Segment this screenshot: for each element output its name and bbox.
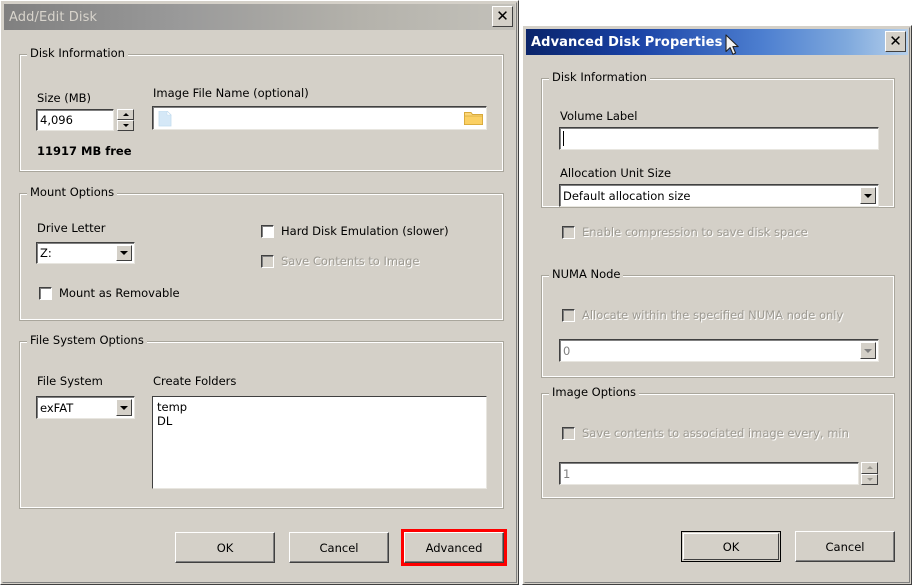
save-interval-input: 1 <box>559 462 859 485</box>
save-contents-to-image-label: Save Contents to Image <box>281 254 420 268</box>
checkbox-box <box>562 426 575 440</box>
size-mb-stepper-down[interactable] <box>117 120 134 131</box>
left-ok-button[interactable]: OK <box>175 532 275 563</box>
checkbox-box <box>562 225 575 239</box>
save-interval-stepper-up <box>861 462 878 474</box>
right-cancel-button[interactable]: Cancel <box>795 531 895 562</box>
left-cancel-label: Cancel <box>319 540 359 555</box>
allocation-unit-dropdown-button[interactable] <box>860 187 876 204</box>
allocate-numa-node-label: Allocate within the specified NUMA node … <box>582 308 844 322</box>
right-dialog-close-button[interactable]: ✕ <box>885 31 906 52</box>
hard-disk-emulation-label: Hard Disk Emulation (slower) <box>281 224 449 238</box>
image-file-name-label: Image File Name (optional) <box>153 86 309 100</box>
save-contents-to-image-checkbox: Save Contents to Image <box>261 254 419 268</box>
save-contents-interval-checkbox: Save contents to associated image every,… <box>562 426 849 440</box>
size-mb-label: Size (MB) <box>37 91 92 105</box>
allocation-unit-size-value: Default allocation size <box>563 188 691 203</box>
group-frame <box>541 275 895 378</box>
enable-compression-label: Enable compression to save disk space <box>582 225 808 239</box>
right-dialog-titlebar[interactable]: Advanced Disk Properties <box>526 29 908 55</box>
chevron-down-icon <box>122 124 129 127</box>
allocate-numa-node-checkbox: Allocate within the specified NUMA node … <box>562 308 843 322</box>
chevron-down-icon <box>120 405 128 410</box>
image-file-name-input[interactable] <box>152 106 487 130</box>
allocation-unit-size-select[interactable]: Default allocation size <box>559 184 879 207</box>
create-folders-textarea[interactable]: temp DL <box>152 396 487 489</box>
checkbox-box <box>261 224 274 238</box>
list-item: DL <box>157 414 173 428</box>
close-icon: ✕ <box>496 7 509 25</box>
field-bevel <box>560 340 878 361</box>
right-cancel-label: Cancel <box>825 539 865 554</box>
field-bevel <box>560 463 858 484</box>
left-dialog-title: Add/Edit Disk <box>9 9 98 25</box>
file-system-dropdown-button[interactable] <box>116 399 132 416</box>
chevron-up-icon <box>122 113 129 116</box>
save-contents-interval-label: Save contents to associated image every,… <box>582 426 849 440</box>
save-interval-stepper <box>861 462 878 485</box>
right-ok-label: OK <box>722 539 740 554</box>
advanced-disk-properties-dialog: Advanced Disk Properties ✕ Disk Informat… <box>522 25 912 585</box>
advanced-button[interactable]: Advanced <box>404 532 504 563</box>
group-disk-information-title: Disk Information <box>27 47 128 60</box>
left-cancel-button[interactable]: Cancel <box>289 532 389 563</box>
document-icon <box>158 111 172 127</box>
chevron-down-icon <box>120 251 128 255</box>
close-icon: ✕ <box>889 32 902 50</box>
left-ok-label: OK <box>216 540 234 555</box>
chevron-down-icon <box>864 193 872 198</box>
chevron-up-icon <box>866 466 873 470</box>
left-dialog-close-button[interactable]: ✕ <box>492 6 513 27</box>
checkbox-box <box>562 308 575 322</box>
file-system-value: exFAT <box>40 400 74 415</box>
save-interval-value: 1 <box>563 466 571 481</box>
left-dialog-titlebar[interactable]: Add/Edit Disk <box>4 4 515 30</box>
enable-compression-checkbox: Enable compression to save disk space <box>562 225 808 239</box>
group-mount-options-title: Mount Options <box>27 186 118 199</box>
checkbox-box <box>261 254 274 268</box>
drive-letter-dropdown-button[interactable] <box>116 245 132 261</box>
file-system-select[interactable]: exFAT <box>36 396 135 419</box>
create-folders-label: Create Folders <box>153 374 237 388</box>
size-mb-value: 4,096 <box>40 113 73 127</box>
mount-as-removable-label: Mount as Removable <box>59 286 180 300</box>
checkbox-box <box>39 286 52 300</box>
right-dialog-title: Advanced Disk Properties <box>531 34 723 50</box>
folder-open-icon[interactable] <box>464 110 483 126</box>
size-mb-stepper[interactable] <box>117 109 134 131</box>
chevron-down-icon <box>864 348 872 353</box>
numa-node-value: 0 <box>563 343 571 358</box>
numa-node-select: 0 <box>559 339 879 362</box>
drive-letter-select[interactable]: Z: <box>36 242 135 264</box>
numa-node-dropdown-button <box>860 342 876 359</box>
drive-letter-label: Drive Letter <box>37 221 106 235</box>
mount-as-removable-checkbox[interactable]: Mount as Removable <box>39 286 180 300</box>
save-interval-stepper-down <box>861 473 878 485</box>
size-mb-input[interactable]: 4,096 <box>36 109 114 131</box>
list-item: temp <box>157 400 188 414</box>
volume-label-input[interactable] <box>559 127 879 150</box>
drive-letter-value: Z: <box>40 246 52 260</box>
field-bevel <box>560 128 878 149</box>
group-adv-disk-information-title: Disk Information <box>549 71 650 84</box>
right-ok-button[interactable]: OK <box>681 531 781 562</box>
allocation-unit-size-label: Allocation Unit Size <box>560 166 672 180</box>
chevron-down-icon <box>866 477 873 481</box>
volume-label-label: Volume Label <box>560 109 638 123</box>
size-mb-stepper-up[interactable] <box>117 109 134 120</box>
group-file-system-options-title: File System Options <box>27 334 147 347</box>
add-edit-disk-dialog: Add/Edit Disk ✕ Disk Information Size (M… <box>0 0 519 585</box>
free-space-label: 11917 MB free <box>37 144 132 158</box>
advanced-label: Advanced <box>425 540 483 555</box>
group-numa-node-title: NUMA Node <box>549 268 624 281</box>
file-system-label: File System <box>37 374 103 388</box>
group-image-options-title: Image Options <box>549 386 640 399</box>
text-caret <box>563 131 564 146</box>
field-bevel <box>153 107 486 129</box>
hard-disk-emulation-checkbox[interactable]: Hard Disk Emulation (slower) <box>261 224 449 238</box>
